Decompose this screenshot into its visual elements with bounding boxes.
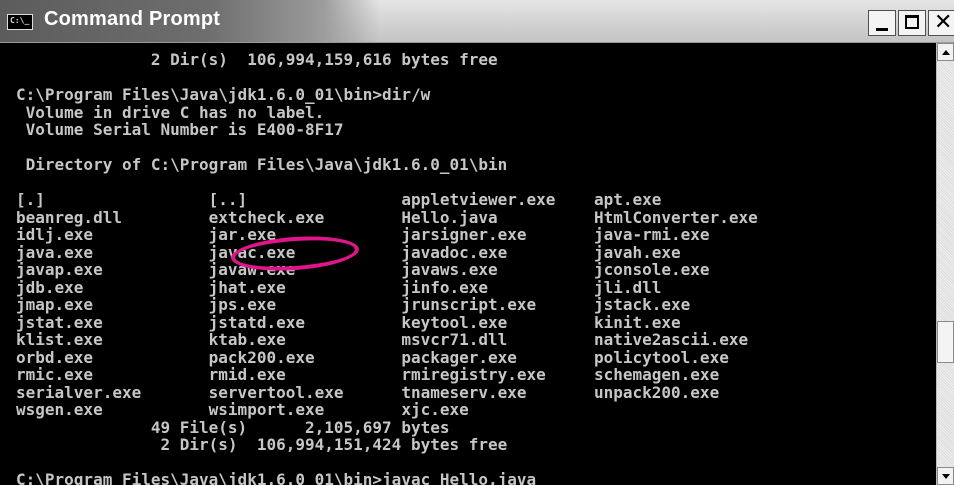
scroll-down-button[interactable] [937, 467, 954, 485]
console-line: jmap.exe jps.exe jrunscript.exe jstack.e… [16, 295, 691, 314]
minimize-button[interactable] [868, 10, 896, 36]
console-line: jstat.exe jstatd.exe keytool.exe kinit.e… [16, 312, 681, 332]
close-button[interactable]: ✕ [928, 10, 954, 36]
maximize-icon [905, 15, 919, 29]
minimize-icon [876, 28, 888, 31]
vertical-scrollbar[interactable] [936, 43, 954, 485]
console-line: [.] [..] appletviewer.exe apt.exe [16, 190, 662, 209]
console-text: 2 Dir(s) 106,994,159,616 bytes free C:\P… [16, 51, 758, 485]
console-line: Volume Serial Number is E400-8F17 [25, 120, 344, 139]
close-icon: ✕ [934, 10, 953, 35]
console-line: rmic.exe rmid.exe rmiregistry.exe schema… [16, 365, 720, 384]
scroll-up-button[interactable] [937, 43, 954, 61]
console-line: 49 File(s) 2,105,697 bytes [150, 417, 450, 437]
title-bar[interactable]: C:\_ Command Prompt ✕ [0, 0, 954, 43]
console-output[interactable]: 2 Dir(s) 106,994,159,616 bytes free C:\P… [0, 43, 936, 485]
console-line: C:\Program Files\Java\jdk1.6.0_01\bin>di… [16, 85, 431, 104]
console-line: Directory of C:\Program Files\Java\jdk1.… [25, 155, 508, 174]
console-line: idlj.exe jar.exe jarsigner.exe java-rmi.… [16, 225, 710, 244]
console-line: wsgen.exe wsimport.exe xjc.exe [16, 400, 469, 419]
console-line: 2 Dir(s) 106,994,159,616 bytes free [150, 50, 498, 69]
console-line: beanreg.dll extcheck.exe Hello.java Html… [16, 207, 758, 227]
command-prompt-window: C:\_ Command Prompt ✕ 2 Dir(s) 106,994,1… [0, 0, 954, 485]
console-icon[interactable]: C:\_ [7, 14, 33, 30]
console-line: orbd.exe pack200.exe packager.exe policy… [16, 347, 729, 367]
console-line: javap.exe javaw.exe javaws.exe jconsole.… [16, 260, 710, 279]
console-icon-text: C:\_ [10, 16, 30, 25]
maximize-button[interactable] [898, 10, 926, 36]
console-line: klist.exe ktab.exe msvcr71.dll native2as… [16, 330, 749, 349]
window-title: Command Prompt [44, 8, 221, 30]
scrollbar-thumb[interactable] [937, 321, 954, 363]
console-line: serialver.exe servertool.exe tnameserv.e… [16, 382, 720, 402]
console-line: Volume in drive C has no label. [25, 102, 325, 122]
console-line: jdb.exe jhat.exe jinfo.exe jli.dll [16, 277, 662, 297]
console-line: C:\Program Files\Java\jdk1.6.0_01\bin>ja… [16, 470, 537, 485]
console-line: 2 Dir(s) 106,994,151,424 bytes free [160, 435, 508, 454]
